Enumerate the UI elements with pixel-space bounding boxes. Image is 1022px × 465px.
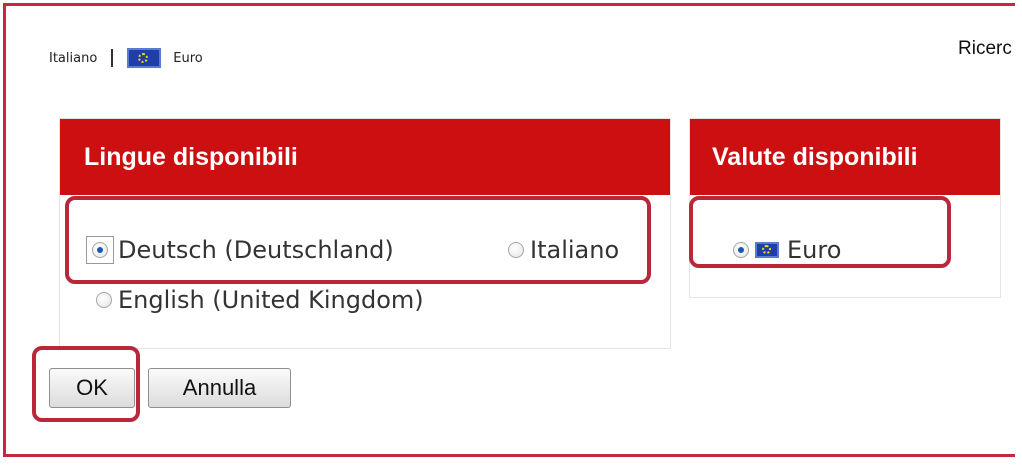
separator bbox=[111, 49, 114, 67]
search-link[interactable]: Ricerc bbox=[958, 38, 1012, 60]
language-option-english[interactable]: English (United Kingdom) bbox=[96, 286, 424, 314]
current-currency-link[interactable]: Euro bbox=[173, 51, 202, 66]
currencies-panel-title: Valute disponibili bbox=[690, 119, 1000, 195]
highlight-ok-button bbox=[32, 346, 140, 422]
cancel-button[interactable]: Annulla bbox=[148, 368, 291, 408]
highlight-language-options bbox=[65, 196, 651, 284]
eu-flag-icon bbox=[127, 48, 162, 68]
language-option-label: English (United Kingdom) bbox=[118, 286, 424, 314]
languages-panel-title: Lingue disponibili bbox=[60, 119, 670, 195]
highlight-currency-option bbox=[689, 196, 951, 268]
radio-button[interactable] bbox=[96, 292, 112, 308]
top-bar: Italiano Euro bbox=[49, 48, 203, 68]
current-language-link[interactable]: Italiano bbox=[49, 51, 97, 66]
